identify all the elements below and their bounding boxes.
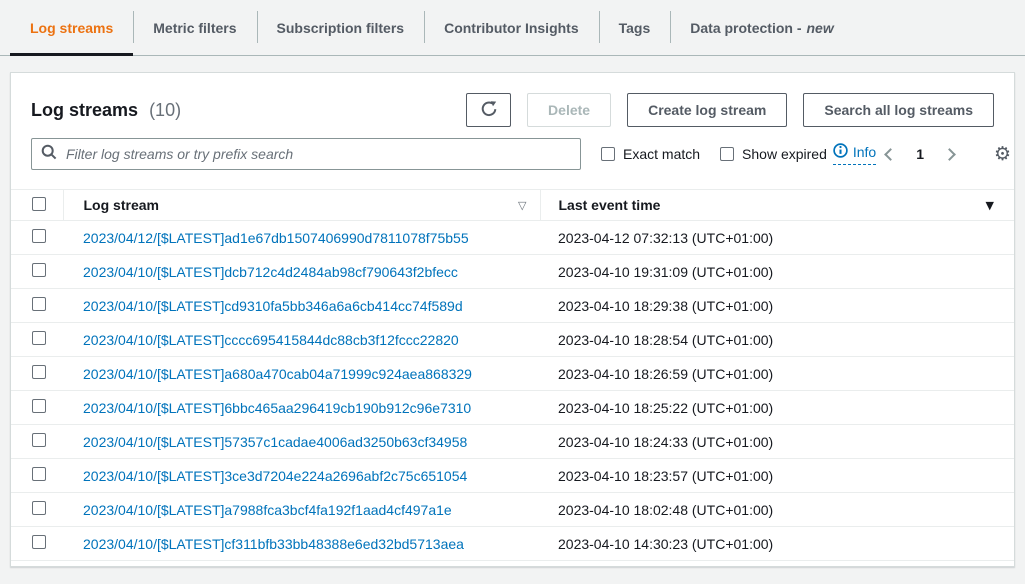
info-icon bbox=[833, 143, 848, 161]
log-streams-tbody: 2023/04/12/[$LATEST]ad1e67db1507406990d7… bbox=[11, 221, 1014, 561]
row-checkbox[interactable] bbox=[32, 365, 46, 379]
last-event-time: 2023-04-10 18:29:38 (UTC+01:00) bbox=[558, 298, 773, 314]
header-actions: Delete Create log stream Search all log … bbox=[466, 93, 994, 127]
filter-search-box bbox=[31, 138, 581, 170]
last-event-time: 2023-04-10 19:31:09 (UTC+01:00) bbox=[558, 264, 773, 280]
last-event-time: 2023-04-12 07:32:13 (UTC+01:00) bbox=[558, 230, 773, 246]
table-row: 2023/04/10/[$LATEST]57357c1cadae4006ad32… bbox=[11, 425, 1014, 459]
table-row: 2023/04/10/[$LATEST]cccc695415844dc88cb3… bbox=[11, 323, 1014, 357]
table-row: 2023/04/10/[$LATEST]3ce3d7204e224a2696ab… bbox=[11, 459, 1014, 493]
table-row: 2023/04/12/[$LATEST]ad1e67db1507406990d7… bbox=[11, 221, 1014, 255]
exact-match-checkbox[interactable] bbox=[601, 147, 615, 161]
tab-label: Log streams bbox=[30, 20, 113, 36]
refresh-icon bbox=[480, 100, 498, 121]
select-all-checkbox[interactable] bbox=[32, 197, 46, 211]
last-event-time: 2023-04-10 14:30:23 (UTC+01:00) bbox=[558, 536, 773, 552]
log-streams-table: Log stream ▽ Last event time ▼ 2023/04/1… bbox=[11, 189, 1014, 561]
tab-label: Tags bbox=[619, 20, 651, 36]
log-streams-panel: Log streams (10) Delete Create log strea… bbox=[10, 72, 1015, 567]
sort-icon-log-stream[interactable]: ▽ bbox=[518, 199, 526, 212]
current-page-number: 1 bbox=[906, 146, 934, 162]
tab-data-protection[interactable]: Data protection - new bbox=[670, 0, 853, 55]
tab-tags[interactable]: Tags bbox=[599, 0, 671, 55]
last-event-time: 2023-04-10 18:28:54 (UTC+01:00) bbox=[558, 332, 773, 348]
tab-bar: Log streams Metric filters Subscription … bbox=[0, 0, 1025, 56]
tab-new-badge: new bbox=[807, 20, 834, 36]
tab-label: Data protection - bbox=[690, 20, 801, 36]
row-checkbox[interactable] bbox=[32, 399, 46, 413]
row-checkbox[interactable] bbox=[32, 535, 46, 549]
show-expired-label: Show expired bbox=[742, 146, 827, 162]
sort-icon-last-event-time[interactable]: ▼ bbox=[986, 199, 994, 212]
filter-row: Exact match Show expired Info 1 bbox=[11, 138, 1014, 170]
table-row: 2023/04/10/[$LATEST]cd9310fa5bb346a6a6cb… bbox=[11, 289, 1014, 323]
column-header-log-stream-label: Log stream bbox=[84, 197, 159, 213]
exact-match-checkbox-group[interactable]: Exact match bbox=[601, 146, 700, 162]
filter-log-streams-input[interactable] bbox=[64, 145, 571, 163]
exact-match-label: Exact match bbox=[623, 146, 700, 162]
chevron-right-icon bbox=[943, 148, 956, 161]
last-event-time: 2023-04-10 18:02:48 (UTC+01:00) bbox=[558, 502, 773, 518]
preferences-button[interactable]: ⚙ bbox=[992, 145, 1013, 164]
log-stream-link[interactable]: 2023/04/10/[$LATEST]a680a470cab04a71999c… bbox=[83, 366, 472, 382]
tab-label: Contributor Insights bbox=[444, 20, 579, 36]
gear-icon: ⚙ bbox=[994, 143, 1011, 165]
tab-label: Subscription filters bbox=[277, 20, 405, 36]
log-stream-link[interactable]: 2023/04/10/[$LATEST]cf311bfb33bb48388e6e… bbox=[83, 536, 464, 552]
log-stream-link[interactable]: 2023/04/10/[$LATEST]a7988fca3bcf4fa192f1… bbox=[83, 502, 452, 518]
table-row: 2023/04/10/[$LATEST]6bbc465aa296419cb190… bbox=[11, 391, 1014, 425]
tab-metric-filters[interactable]: Metric filters bbox=[133, 0, 256, 55]
column-header-last-event-time[interactable]: Last event time ▼ bbox=[540, 190, 1014, 221]
page-title: Log streams (10) bbox=[31, 93, 181, 127]
show-expired-info-link[interactable]: Info bbox=[833, 143, 876, 165]
last-event-time: 2023-04-10 18:24:33 (UTC+01:00) bbox=[558, 434, 773, 450]
table-row: 2023/04/10/[$LATEST]cf311bfb33bb48388e6e… bbox=[11, 527, 1014, 561]
show-expired-checkbox[interactable] bbox=[720, 147, 734, 161]
last-event-time: 2023-04-10 18:26:59 (UTC+01:00) bbox=[558, 366, 773, 382]
column-header-log-stream[interactable]: Log stream ▽ bbox=[63, 190, 540, 221]
next-page-button[interactable] bbox=[938, 141, 964, 167]
tab-label: Metric filters bbox=[153, 20, 236, 36]
refresh-button[interactable] bbox=[466, 93, 511, 127]
row-checkbox[interactable] bbox=[32, 229, 46, 243]
log-stream-link[interactable]: 2023/04/10/[$LATEST]6bbc465aa296419cb190… bbox=[83, 400, 471, 416]
row-checkbox[interactable] bbox=[32, 433, 46, 447]
row-checkbox[interactable] bbox=[32, 331, 46, 345]
create-log-stream-button[interactable]: Create log stream bbox=[627, 93, 787, 127]
log-stream-link[interactable]: 2023/04/10/[$LATEST]cccc695415844dc88cb3… bbox=[83, 332, 459, 348]
tab-log-streams[interactable]: Log streams bbox=[10, 0, 133, 55]
log-stream-link[interactable]: 2023/04/10/[$LATEST]57357c1cadae4006ad32… bbox=[83, 434, 467, 450]
delete-button[interactable]: Delete bbox=[527, 93, 611, 127]
search-icon bbox=[41, 144, 57, 165]
panel-header: Log streams (10) Delete Create log strea… bbox=[11, 73, 1014, 127]
log-stream-link[interactable]: 2023/04/10/[$LATEST]cd9310fa5bb346a6a6cb… bbox=[83, 298, 463, 314]
table-header-row: Log stream ▽ Last event time ▼ bbox=[11, 190, 1014, 221]
row-checkbox[interactable] bbox=[32, 263, 46, 277]
previous-page-button[interactable] bbox=[876, 141, 902, 167]
tab-contributor-insights[interactable]: Contributor Insights bbox=[424, 0, 599, 55]
log-stream-count: (10) bbox=[149, 100, 181, 120]
table-row: 2023/04/10/[$LATEST]dcb712c4d2484ab98cf7… bbox=[11, 255, 1014, 289]
table-row: 2023/04/10/[$LATEST]a7988fca3bcf4fa192f1… bbox=[11, 493, 1014, 527]
page-title-text: Log streams bbox=[31, 100, 138, 120]
row-checkbox[interactable] bbox=[32, 467, 46, 481]
log-stream-link[interactable]: 2023/04/10/[$LATEST]dcb712c4d2484ab98cf7… bbox=[83, 264, 458, 280]
info-link-label: Info bbox=[853, 144, 876, 160]
row-checkbox[interactable] bbox=[32, 501, 46, 515]
table-row: 2023/04/10/[$LATEST]a680a470cab04a71999c… bbox=[11, 357, 1014, 391]
chevron-left-icon bbox=[884, 148, 897, 161]
row-checkbox[interactable] bbox=[32, 297, 46, 311]
pagination: 1 bbox=[876, 141, 964, 167]
last-event-time: 2023-04-10 18:25:22 (UTC+01:00) bbox=[558, 400, 773, 416]
show-expired-checkbox-group[interactable]: Show expired bbox=[720, 146, 827, 162]
last-event-time: 2023-04-10 18:23:57 (UTC+01:00) bbox=[558, 468, 773, 484]
tab-subscription-filters[interactable]: Subscription filters bbox=[257, 0, 425, 55]
column-header-last-event-time-label: Last event time bbox=[559, 197, 661, 213]
search-all-log-streams-button[interactable]: Search all log streams bbox=[803, 93, 994, 127]
log-stream-link[interactable]: 2023/04/10/[$LATEST]3ce3d7204e224a2696ab… bbox=[83, 468, 467, 484]
log-stream-link[interactable]: 2023/04/12/[$LATEST]ad1e67db1507406990d7… bbox=[83, 230, 469, 246]
